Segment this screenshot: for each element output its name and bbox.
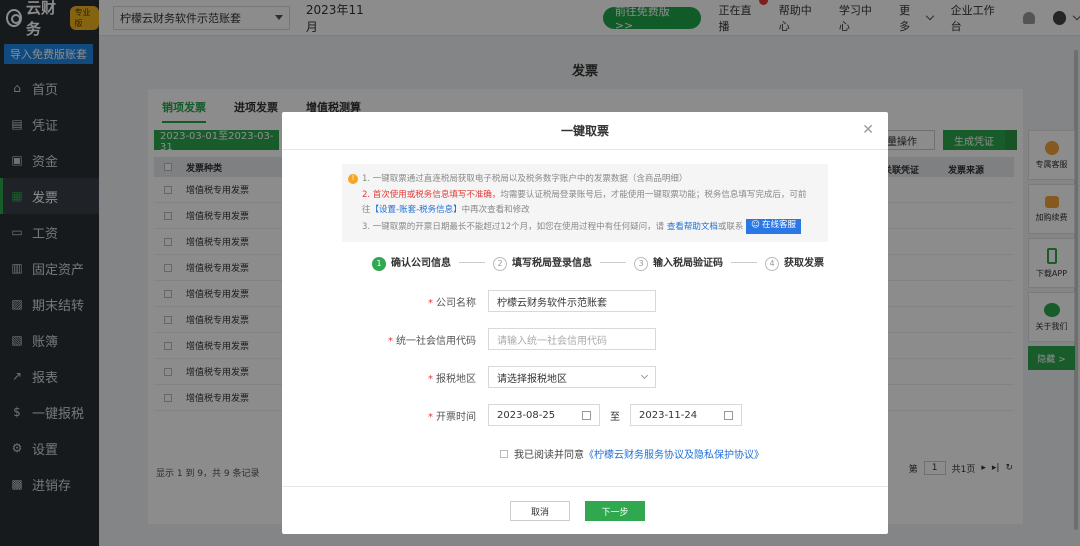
required-mark: * (388, 335, 393, 347)
notice-line-2b-pre: 往 (362, 205, 371, 215)
wizard-steps: 1 确认公司信息 2 填写税局登录信息 3 输入税局验证码 4 获取发票 (372, 254, 824, 271)
agreement-text: 我已阅读并同意 (514, 450, 584, 461)
notice-line-3: 3. 一键取票的开票日期最长不能超过12个月，如您在使用过程中有任何疑问，请 查… (362, 218, 818, 236)
invoice-time-row: * 开票时间 2023-08-25 至 2023-11-24 (282, 404, 888, 426)
step-divider (459, 261, 485, 263)
notice-line-3-text: 3. 一键取票的开票日期最长不能超过12个月，如您在使用过程中有任何疑问，请 (362, 221, 665, 232)
step-2-number: 2 (493, 256, 507, 271)
tax-region-label-text: 报税地区 (436, 373, 476, 385)
step-1-label: 确认公司信息 (391, 258, 451, 269)
next-step-button[interactable]: 下一步 (585, 501, 645, 521)
notice-line-2: 2. 首次使用或税务信息填写不准确，均需要认证税局登录账号后，才能使用一键取票功… (362, 188, 818, 204)
step-verify-code: 3 输入税局验证码 (634, 254, 723, 271)
credit-code-input[interactable]: 请输入统一社会信用代码 (488, 328, 656, 350)
start-date-input[interactable]: 2023-08-25 (488, 404, 600, 426)
company-name-label: * 公司名称 (282, 294, 488, 309)
credit-code-row: * 统一社会信用代码 请输入统一社会信用代码 (282, 328, 888, 350)
agreement-link[interactable]: 《柠檬云财务服务协议及隐私保护协议》 (584, 446, 764, 461)
notice-line-2-highlight: 2. 首次使用或税务信息填写不准确， (362, 189, 501, 200)
start-date-value: 2023-08-25 (497, 409, 556, 421)
online-service-button[interactable]: ☺ 在线客服 (746, 218, 801, 234)
company-name-label-text: 公司名称 (436, 297, 476, 309)
step-divider (731, 261, 757, 263)
step-1-number: 1 (372, 256, 386, 271)
required-mark: * (428, 297, 433, 309)
close-icon[interactable]: ✕ (862, 122, 874, 138)
end-date-input[interactable]: 2023-11-24 (630, 404, 742, 426)
notice-line-1: 1. 一键取票通过直连税局获取电子税局以及税务数字账户中的发票数据（含商品明细） (362, 174, 688, 184)
step-4-label: 获取发票 (784, 258, 824, 269)
notice-line-3-post: 或联系 (717, 221, 744, 232)
dialog-header: 一键取票 ✕ (282, 112, 888, 150)
step-3-label: 输入税局验证码 (653, 258, 723, 269)
fetch-invoice-dialog: 一键取票 ✕ ! 1. 一键取票通过直连税局获取电子税局以及税务数字账户中的发票… (282, 112, 888, 534)
end-date-value: 2023-11-24 (639, 409, 698, 421)
notice-box: ! 1. 一键取票通过直连税局获取电子税局以及税务数字账户中的发票数据（含商品明… (342, 164, 828, 242)
required-mark: * (428, 373, 433, 385)
step-divider (600, 261, 626, 263)
chat-icon: ☺ (751, 220, 760, 231)
calendar-icon (724, 410, 733, 420)
date-separator: 至 (610, 411, 620, 423)
credit-code-label: * 统一社会信用代码 (282, 332, 488, 347)
step-3-number: 3 (634, 256, 648, 271)
step-confirm-company: 1 确认公司信息 (372, 254, 451, 271)
tax-region-row: * 报税地区 请选择报税地区 (282, 366, 888, 388)
agreement-row: 我已阅读并同意 《柠檬云财务服务协议及隐私保护协议》 (500, 446, 764, 461)
company-name-row: * 公司名称 柠檬云财务软件示范账套 (282, 290, 888, 312)
notice-line-2-rest: 均需要认证税局登录账号后，才能使用一键取票功能；税务信息填写完成后，可前 (500, 189, 807, 200)
required-mark: * (428, 411, 433, 423)
dialog-title: 一键取票 (560, 124, 609, 138)
step-get-invoice: 4 获取发票 (765, 254, 824, 271)
step-4-number: 4 (765, 256, 779, 271)
step-tax-login: 2 填写税局登录信息 (493, 254, 592, 271)
cancel-button[interactable]: 取消 (510, 501, 570, 521)
calendar-icon (582, 410, 591, 420)
credit-code-label-text: 统一社会信用代码 (396, 335, 476, 347)
tax-region-label: * 报税地区 (282, 370, 488, 385)
company-name-input[interactable]: 柠檬云财务软件示范账套 (488, 290, 656, 312)
notice-line-2b-post: 中再次查看和修改 (461, 205, 530, 215)
tax-region-select[interactable]: 请选择报税地区 (488, 366, 656, 388)
notice-line-2b: 往【设置-账套-税务信息】中再次查看和修改 (362, 203, 818, 219)
online-service-label: 在线客服 (761, 220, 796, 231)
chevron-down-icon (640, 371, 649, 380)
tax-info-settings-link[interactable]: 【设置-账套-税务信息】 (371, 205, 462, 215)
help-doc-link[interactable]: 查看帮助文档 (667, 222, 718, 232)
invoice-time-label: * 开票时间 (282, 408, 488, 423)
step-2-label: 填写税局登录信息 (512, 258, 592, 269)
agreement-checkbox[interactable] (500, 449, 508, 458)
warning-icon: ! (348, 174, 358, 184)
invoice-time-label-text: 开票时间 (436, 411, 476, 423)
tax-region-placeholder: 请选择报税地区 (497, 373, 567, 385)
